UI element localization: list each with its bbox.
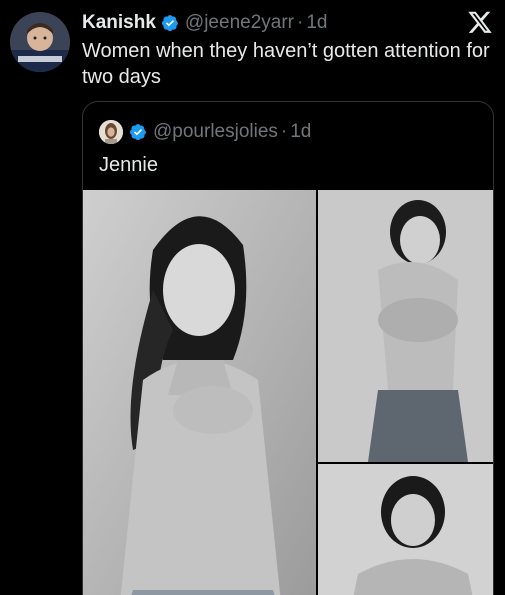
tweet-header: Kanishk @jeene2yarr · 1d — [82, 10, 327, 36]
quoted-tweet-header: @pourlesjolies · 1d — [99, 119, 311, 145]
media-photo-1[interactable] — [83, 190, 316, 595]
quoted-timestamp[interactable]: 1d — [290, 121, 311, 143]
photo-image — [318, 190, 493, 462]
separator-dot: · — [280, 121, 288, 142]
author-handle[interactable]: @jeene2yarr — [185, 12, 294, 34]
x-logo-icon — [468, 11, 492, 33]
quoted-avatar-image — [99, 120, 123, 144]
quoted-author-handle[interactable]: @pourlesjolies — [153, 121, 278, 143]
quoted-tweet[interactable]: @pourlesjolies · 1d Jennie — [82, 101, 494, 595]
avatar-image — [10, 12, 70, 72]
separator-dot: · — [297, 12, 304, 33]
verified-badge-icon — [161, 15, 178, 32]
media-photo-3[interactable] — [318, 464, 493, 595]
photo-image — [83, 190, 316, 595]
tweet[interactable]: Kanishk @jeene2yarr · 1d Women when they… — [0, 0, 505, 595]
tweet-text: Women when they haven’t gotten attention… — [82, 40, 490, 88]
author-display-name[interactable]: Kanishk — [82, 12, 156, 34]
quoted-tweet-text: Jennie — [99, 154, 158, 176]
quoted-author-avatar[interactable] — [99, 120, 123, 144]
tweet-timestamp[interactable]: 1d — [306, 12, 327, 34]
photo-image — [318, 464, 493, 595]
verified-badge-icon — [129, 124, 147, 141]
author-avatar[interactable] — [10, 12, 70, 72]
media-photo-2[interactable] — [318, 190, 493, 462]
media-grid — [83, 190, 493, 595]
